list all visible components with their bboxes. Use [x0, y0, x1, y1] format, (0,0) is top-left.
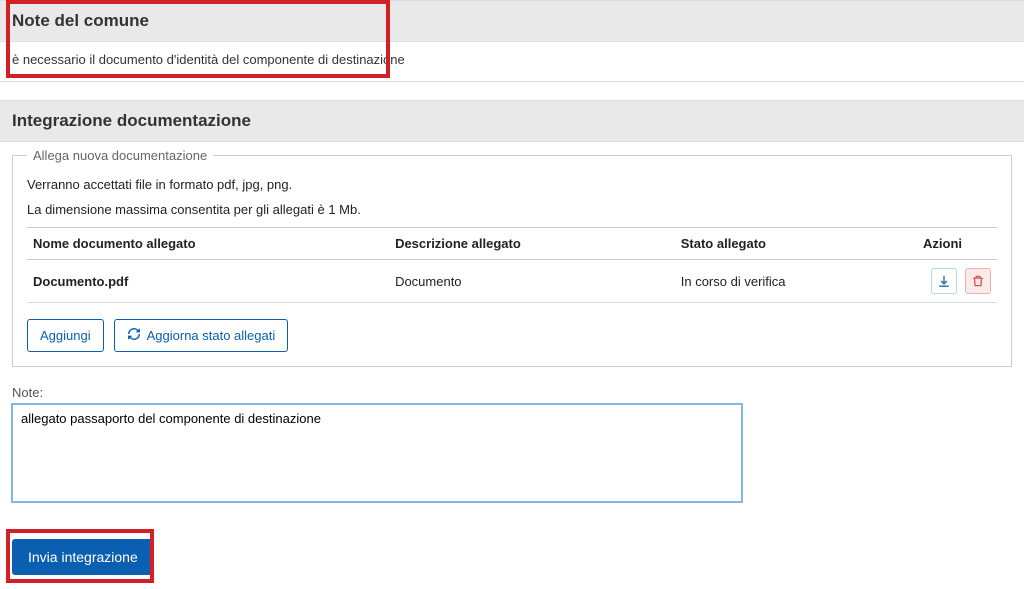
- note-label: Note:: [12, 385, 1012, 400]
- note-textarea[interactable]: [12, 404, 742, 502]
- send-integration-button[interactable]: Invia integrazione: [12, 539, 154, 575]
- refresh-button[interactable]: Aggiorna stato allegati: [114, 319, 289, 352]
- add-button[interactable]: Aggiungi: [27, 319, 104, 352]
- hint-formats: Verranno accettati file in formato pdf, …: [27, 177, 997, 192]
- note-comune-header: Note del comune: [0, 0, 1024, 42]
- table-row: Documento.pdf Documento In corso di veri…: [27, 260, 997, 303]
- note-comune-message: è necessario il documento d'identità del…: [0, 42, 1024, 82]
- refresh-button-label: Aggiorna stato allegati: [147, 328, 276, 343]
- delete-icon[interactable]: [965, 268, 991, 294]
- col-actions: Azioni: [917, 228, 997, 260]
- integrazione-header: Integrazione documentazione: [0, 100, 1024, 142]
- integrazione-title: Integrazione documentazione: [12, 111, 1012, 131]
- cell-desc: Documento: [389, 260, 675, 303]
- col-desc: Descrizione allegato: [389, 228, 675, 260]
- col-name: Nome documento allegato: [27, 228, 389, 260]
- hint-size: La dimensione massima consentita per gli…: [27, 202, 997, 217]
- refresh-icon: [127, 327, 141, 344]
- attachments-fieldset: Allega nuova documentazione Verranno acc…: [12, 148, 1012, 367]
- attachments-legend: Allega nuova documentazione: [27, 148, 213, 163]
- cell-name: Documento.pdf: [27, 260, 389, 303]
- attachments-table: Nome documento allegato Descrizione alle…: [27, 227, 997, 303]
- cell-state: In corso di verifica: [675, 260, 917, 303]
- col-state: Stato allegato: [675, 228, 917, 260]
- download-icon[interactable]: [931, 268, 957, 294]
- note-comune-title: Note del comune: [12, 11, 1012, 31]
